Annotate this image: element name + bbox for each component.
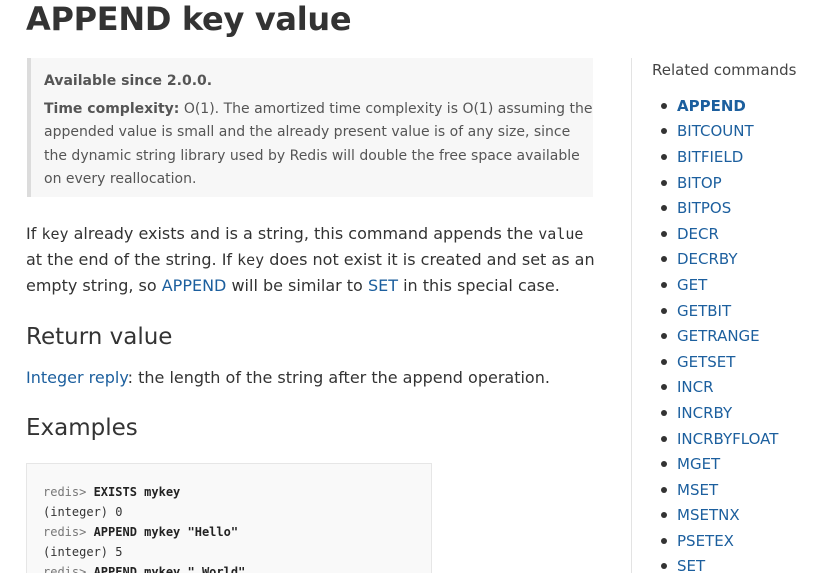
bullet-icon (661, 230, 667, 237)
related-command-link[interactable]: MSETNX (677, 506, 740, 524)
redis-command: APPEND mykey (93, 525, 188, 539)
bullet-icon (661, 486, 667, 493)
related-command-link[interactable]: SET (677, 557, 705, 573)
redis-command: APPEND mykey (93, 565, 188, 573)
related-command-item: INCR (661, 375, 778, 401)
bullet-icon (661, 281, 667, 288)
command-info-box: Available since 2.0.0. Time complexity: … (27, 58, 593, 197)
append-link[interactable]: APPEND (162, 276, 227, 295)
time-complexity-label: Time complexity: (44, 100, 180, 117)
related-command-link[interactable]: INCRBYFLOAT (677, 430, 778, 448)
code-line: (integer) 0 (43, 505, 123, 519)
redis-prompt: redis> (43, 485, 94, 499)
bullet-icon (661, 128, 667, 135)
related-command-link[interactable]: MSET (677, 481, 718, 499)
related-command-link[interactable]: PSETEX (677, 532, 734, 550)
bullet-icon (661, 435, 667, 442)
related-command-link[interactable]: BITOP (677, 174, 722, 192)
bullet-icon (661, 461, 667, 468)
related-command-link[interactable]: INCR (677, 378, 714, 396)
redis-command: EXISTS mykey (93, 485, 181, 499)
bullet-icon (661, 256, 667, 263)
code-line: (integer) 5 (43, 545, 123, 559)
code-key: key (41, 225, 69, 243)
available-since: Available since 2.0.0. (44, 73, 213, 89)
related-command-link[interactable]: BITPOS (677, 199, 731, 217)
related-command-item: BITPOS (661, 195, 778, 221)
bullet-icon (661, 205, 667, 212)
code-line: redis> APPEND mykey "Hello" (43, 522, 431, 542)
related-command-link[interactable]: GETBIT (677, 302, 731, 320)
related-command-item: SET (661, 554, 778, 573)
related-command-item: MSET (661, 477, 778, 503)
bullet-icon (661, 512, 667, 519)
related-command-item: INCRBYFLOAT (661, 426, 778, 452)
related-command-item: GETBIT (661, 298, 778, 324)
related-command-link[interactable]: MGET (677, 455, 720, 473)
related-command-link[interactable]: APPEND (677, 97, 746, 115)
related-commands-title: Related commands (652, 61, 797, 79)
description-text: in this special case. (397, 276, 560, 295)
related-command-item: DECR (661, 221, 778, 247)
redis-command-arg: " World" (187, 565, 246, 573)
related-command-item: BITOP (661, 170, 778, 196)
description-text: If (26, 224, 42, 243)
bullet-icon (661, 102, 667, 109)
related-command-link[interactable]: GET (677, 276, 707, 294)
page-title: APPEND key value (26, 0, 352, 38)
code-key: key (237, 251, 265, 269)
redis-command-arg: "Hello" (187, 525, 239, 539)
code-line: redis> EXISTS mykey (43, 482, 431, 502)
related-command-link[interactable]: INCRBY (677, 404, 732, 422)
bullet-icon (661, 307, 667, 314)
related-command-item: MGET (661, 451, 778, 477)
bullet-icon (661, 563, 667, 570)
redis-prompt: redis> (43, 565, 94, 573)
bullet-icon (661, 179, 667, 186)
related-command-link[interactable]: DECRBY (677, 250, 738, 268)
description-text: will be similar to (226, 276, 368, 295)
bullet-icon (661, 384, 667, 391)
related-command-item: PSETEX (661, 528, 778, 554)
return-value-heading: Return value (26, 324, 173, 350)
set-link[interactable]: SET (368, 276, 398, 295)
related-command-link[interactable]: BITFIELD (677, 148, 743, 166)
description-text: already exists and is a string, this com… (68, 224, 539, 243)
related-command-link[interactable]: BITCOUNT (677, 122, 754, 140)
return-value-description: : the length of the string after the app… (127, 368, 550, 387)
related-command-item: MSETNX (661, 503, 778, 529)
related-command-item: GETRANGE (661, 323, 778, 349)
related-command-item: APPEND (661, 93, 778, 119)
code-value: value (538, 225, 584, 243)
related-command-link[interactable]: DECR (677, 225, 719, 243)
bullet-icon (661, 333, 667, 340)
related-command-item: GET (661, 272, 778, 298)
bullet-icon (661, 537, 667, 544)
code-line: redis> APPEND mykey " World" (43, 562, 431, 573)
bullet-icon (661, 409, 667, 416)
return-value-text: Integer reply: the length of the string … (26, 366, 596, 390)
redis-prompt: redis> (43, 525, 94, 539)
example-code-block: redis> EXISTS mykey (integer) 0 redis> APP… (26, 463, 432, 573)
sidebar-divider (631, 58, 632, 573)
related-command-item: DECRBY (661, 247, 778, 273)
bullet-icon (661, 153, 667, 160)
related-command-link[interactable]: GETSET (677, 353, 735, 371)
description-text: at the end of the string. If (26, 250, 238, 269)
bullet-icon (661, 358, 667, 365)
related-command-link[interactable]: GETRANGE (677, 327, 760, 345)
related-command-item: INCRBY (661, 400, 778, 426)
integer-reply-link[interactable]: Integer reply (26, 368, 128, 387)
related-commands-list: APPEND BITCOUNT BITFIELD BITOP BITPOS DECR DEC… (661, 93, 778, 573)
related-command-item: BITCOUNT (661, 119, 778, 145)
command-description: If key already exists and is a string, t… (26, 221, 596, 299)
related-command-item: GETSET (661, 349, 778, 375)
examples-heading: Examples (26, 415, 138, 441)
related-command-item: BITFIELD (661, 144, 778, 170)
